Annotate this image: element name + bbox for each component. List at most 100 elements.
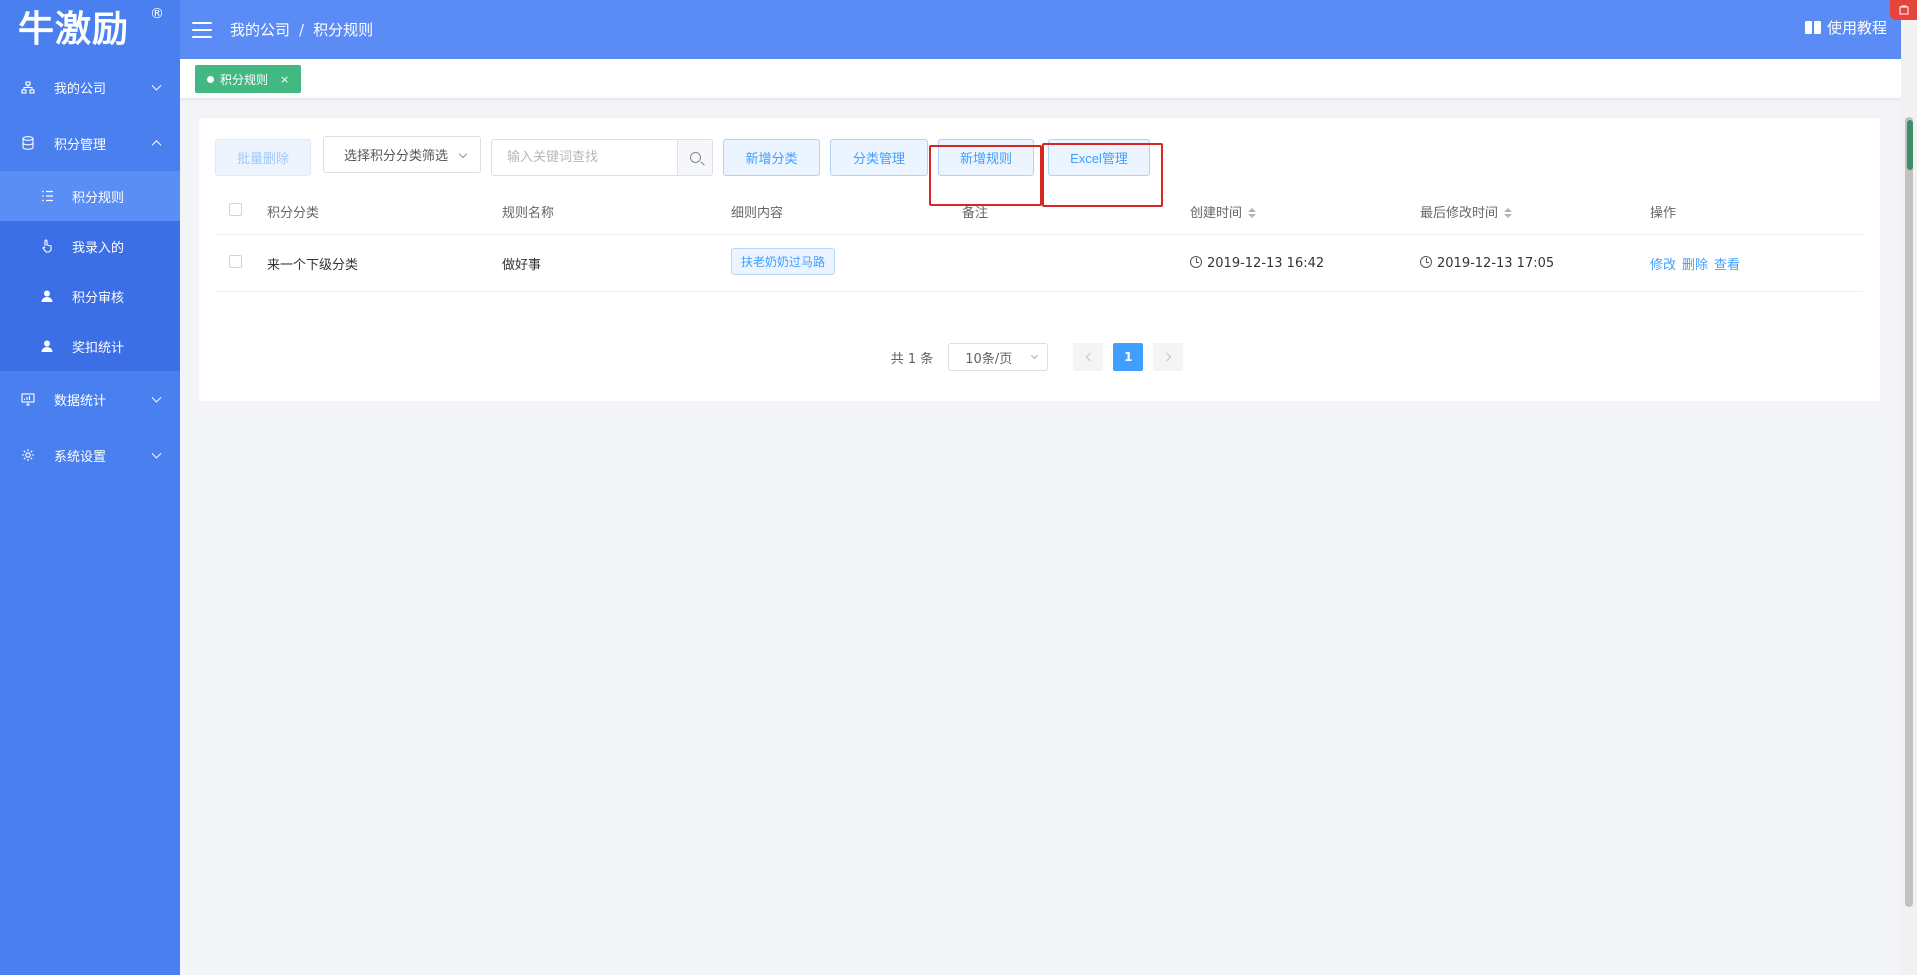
- hand-pointer-icon: [40, 239, 54, 253]
- sidebar-item-data-statistics[interactable]: 数据统计: [0, 371, 180, 427]
- column-header-category: 积分分类: [267, 205, 320, 221]
- table-row: 来一个下级分类 做好事 扶老奶奶过马路 2019-12-13 16:42 201…: [215, 235, 1863, 292]
- list-icon: [40, 190, 54, 202]
- toolbar: 批量删除 选择积分分类筛选 新增分类 分类管理 新增规则 Excel管理: [215, 136, 1855, 207]
- tutorial-link[interactable]: 使用教程: [1804, 17, 1887, 38]
- pagination: 共 1 条 10条/页 1: [199, 343, 1880, 371]
- top-header: 我的公司 / 积分规则 使用教程: [180, 0, 1901, 59]
- gear-icon: [20, 448, 36, 462]
- column-header-rule-name: 规则名称: [502, 205, 555, 221]
- tutorial-label: 使用教程: [1826, 19, 1887, 37]
- breadcrumb-separator: /: [299, 20, 305, 39]
- active-dot: [207, 75, 214, 83]
- cell-created-time: 2019-12-13 16:42: [1190, 255, 1420, 271]
- breadcrumb-item-points-rules: 积分规则: [313, 21, 374, 39]
- row-checkbox[interactable]: [229, 254, 242, 268]
- tab-bar: 积分规则 ×: [180, 59, 1901, 99]
- column-header-detail: 细则内容: [731, 205, 784, 221]
- cell-modified-time: 2019-12-13 17:05: [1420, 255, 1650, 271]
- page-size-value: 10条/页: [965, 351, 1013, 367]
- search-icon: [689, 152, 701, 163]
- sidebar-item-label: 数据统计: [54, 393, 107, 409]
- detail-tag: 扶老奶奶过马路: [731, 247, 836, 275]
- points-submenu: 积分规则 我录入的 积分审核 奖扣统计: [0, 171, 180, 371]
- category-filter-select[interactable]: 选择积分分类筛选: [323, 136, 481, 173]
- cell-detail: 扶老奶奶过马路: [731, 247, 962, 275]
- breadcrumb: 我的公司 / 积分规则: [230, 19, 373, 40]
- sidebar-item-points-management[interactable]: 积分管理: [0, 115, 180, 171]
- next-page-button[interactable]: [1153, 343, 1184, 371]
- sidebar-item-reward-deduction-stats[interactable]: 奖扣统计: [0, 321, 180, 371]
- scrollbar-marker: [1907, 120, 1913, 170]
- sidebar-item-my-company[interactable]: 我的公司: [0, 59, 180, 115]
- breadcrumb-item-my-company[interactable]: 我的公司: [230, 19, 290, 40]
- sidebar-item-label: 我录入的: [72, 240, 125, 256]
- monitor-chart-icon: [20, 392, 36, 406]
- chevron-down-icon: [458, 149, 468, 159]
- sidebar-item-points-review[interactable]: 积分审核: [0, 271, 180, 321]
- batch-delete-button[interactable]: 批量删除: [215, 139, 311, 176]
- add-rule-button[interactable]: 新增规则: [938, 139, 1034, 176]
- tab-close-icon[interactable]: ×: [280, 73, 289, 86]
- category-filter-value: 选择积分分类筛选: [344, 149, 449, 164]
- view-link[interactable]: 查看: [1714, 258, 1740, 273]
- prev-page-button[interactable]: [1073, 343, 1104, 371]
- column-header-label: 最后修改时间: [1420, 205, 1499, 221]
- sidebar-item-my-entries[interactable]: 我录入的: [0, 221, 180, 271]
- table-header: 积分分类 规则名称 细则内容 备注 创建时间 最后修改时间 操作: [215, 188, 1863, 235]
- search-box: [491, 139, 713, 176]
- cell-category: 来一个下级分类: [267, 257, 359, 273]
- chevron-up-icon: [151, 140, 162, 151]
- sort-icon[interactable]: [1504, 208, 1513, 218]
- rules-card: 批量删除 选择积分分类筛选 新增分类 分类管理 新增规则 Excel管理 积分分…: [199, 118, 1880, 401]
- sidebar-item-label: 积分规则: [72, 190, 125, 206]
- created-time-value: 2019-12-13 16:42: [1207, 255, 1325, 271]
- cell-actions: 修改 删除 查看: [1650, 254, 1863, 273]
- chevron-left-icon: [1085, 352, 1095, 362]
- add-category-button[interactable]: 新增分类: [723, 139, 820, 176]
- tab-label: 积分规则: [220, 72, 269, 87]
- sidebar-item-points-rules[interactable]: 积分规则: [0, 171, 180, 221]
- user-icon: [40, 290, 54, 302]
- chevron-down-icon: [151, 392, 162, 403]
- column-header-created-time[interactable]: 创建时间: [1190, 202, 1420, 221]
- chevron-right-icon: [1162, 352, 1172, 362]
- hamburger-menu-icon[interactable]: [192, 21, 212, 38]
- select-all-checkbox[interactable]: [229, 202, 242, 216]
- column-header-actions: 操作: [1650, 205, 1677, 221]
- chevron-down-icon: [1031, 351, 1039, 360]
- scrollbar-thumb[interactable]: [1905, 117, 1913, 907]
- chevron-down-icon: [151, 80, 162, 91]
- book-icon: [1804, 21, 1821, 34]
- sidebar-item-system-settings[interactable]: 系统设置: [0, 427, 180, 483]
- column-header-modified-time[interactable]: 最后修改时间: [1420, 202, 1650, 221]
- sidebar-item-label: 积分管理: [54, 137, 107, 153]
- clock-icon: [1190, 255, 1202, 268]
- extension-badge-icon[interactable]: [1890, 0, 1917, 20]
- database-icon: [20, 136, 36, 150]
- sidebar-item-label: 积分审核: [72, 290, 125, 306]
- chevron-down-icon: [151, 448, 162, 459]
- registered-mark: ®: [150, 6, 164, 22]
- manage-category-button[interactable]: 分类管理: [830, 139, 928, 176]
- user-icon: [40, 340, 54, 352]
- excel-manage-button[interactable]: Excel管理: [1048, 139, 1150, 176]
- edit-link[interactable]: 修改: [1650, 258, 1676, 273]
- cell-rule-name: 做好事: [502, 257, 542, 273]
- sort-icon[interactable]: [1248, 208, 1257, 218]
- sidebar-item-label: 系统设置: [54, 449, 107, 465]
- sidebar-item-label: 奖扣统计: [72, 340, 125, 356]
- page-size-select[interactable]: 10条/页: [948, 343, 1049, 371]
- logo: 牛激励 ®: [0, 0, 180, 59]
- column-header-note: 备注: [962, 205, 989, 221]
- modified-time-value: 2019-12-13 17:05: [1437, 255, 1555, 271]
- search-button[interactable]: [677, 140, 712, 175]
- sidebar-item-label: 我的公司: [54, 81, 107, 97]
- rules-table: 积分分类 规则名称 细则内容 备注 创建时间 最后修改时间 操作 来一个下级分类…: [215, 188, 1863, 292]
- tab-points-rules[interactable]: 积分规则 ×: [195, 65, 302, 93]
- clock-icon: [1420, 255, 1432, 268]
- total-count: 共 1 条: [890, 351, 934, 367]
- search-input[interactable]: [492, 140, 677, 175]
- delete-link[interactable]: 删除: [1682, 258, 1708, 273]
- page-button-1[interactable]: 1: [1113, 343, 1144, 371]
